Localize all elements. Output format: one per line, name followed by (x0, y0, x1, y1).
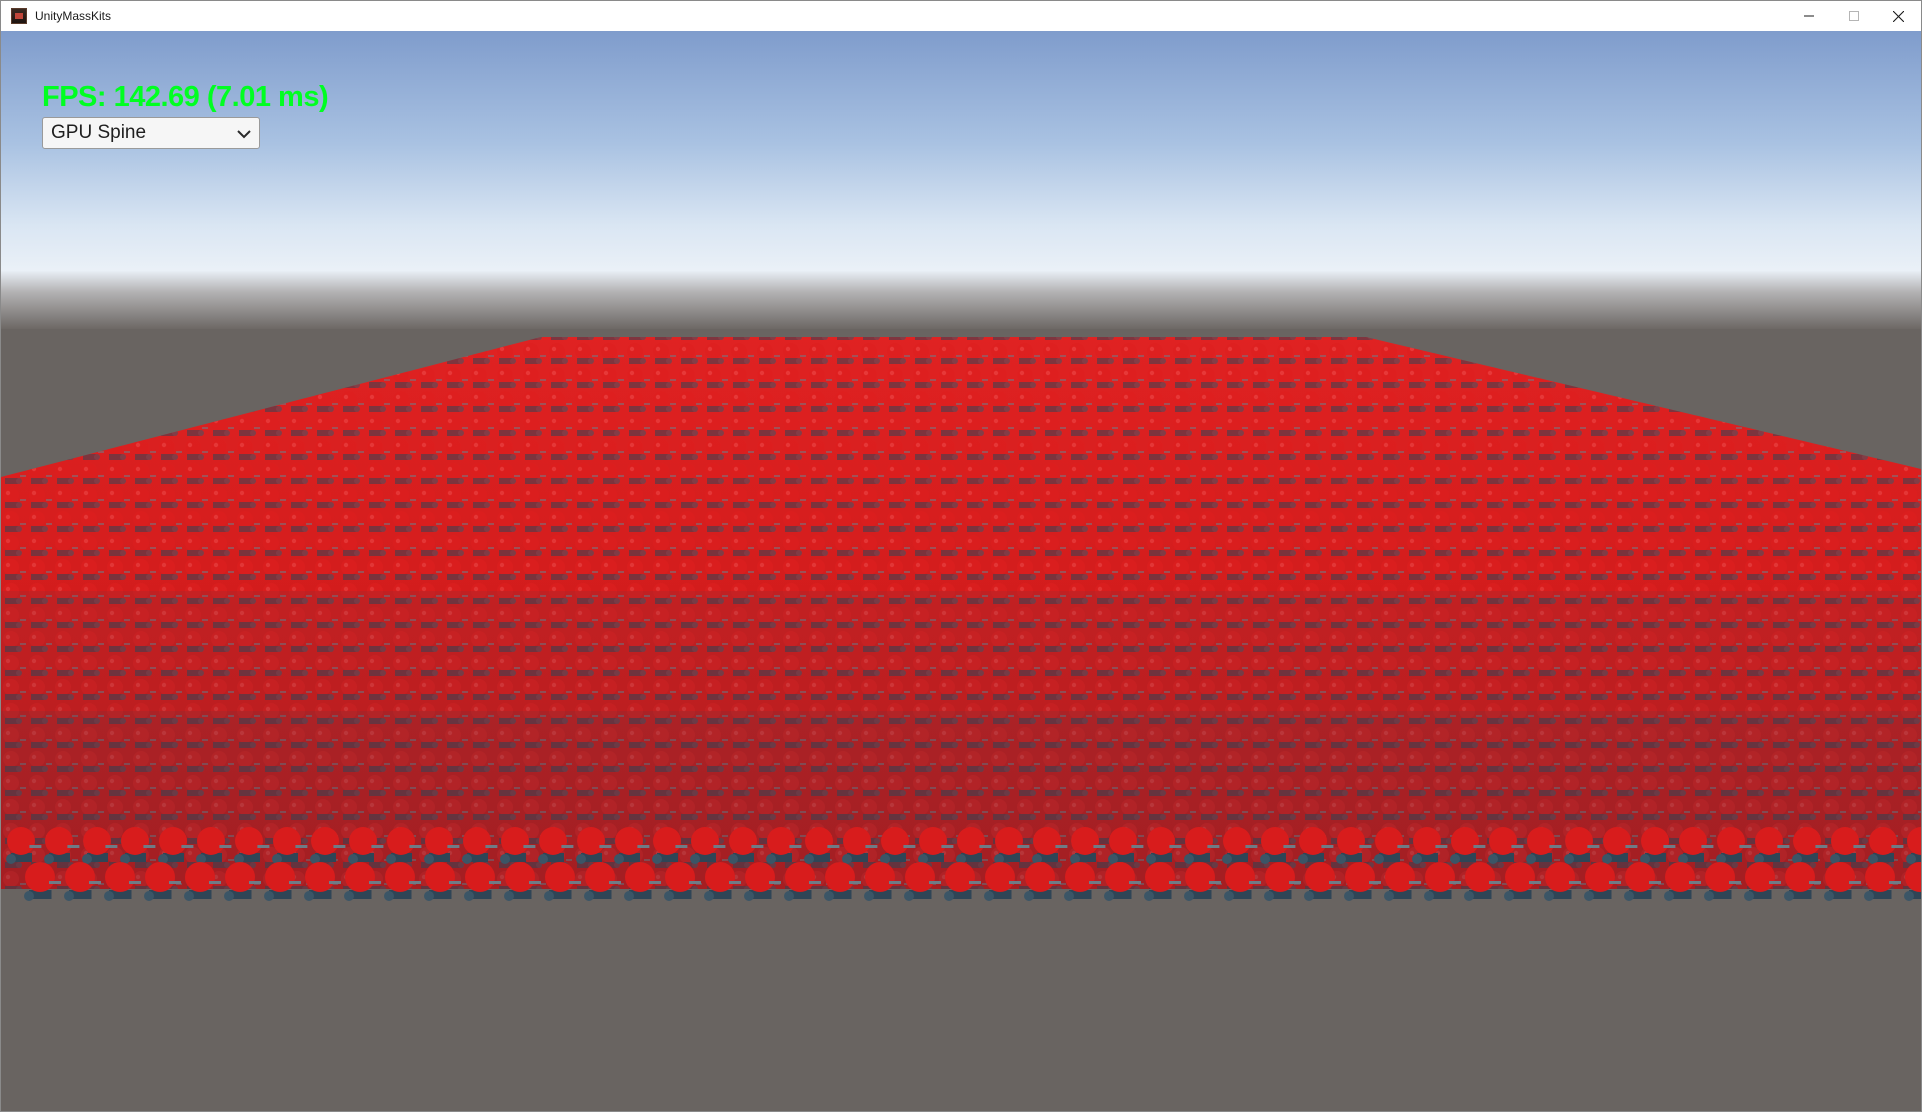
close-icon (1893, 10, 1904, 22)
minimize-button[interactable] (1786, 1, 1831, 31)
title-bar[interactable]: UnityMassKits (1, 1, 1921, 31)
minimize-icon (1803, 15, 1814, 17)
sky (1, 31, 1921, 281)
window-controls (1786, 1, 1921, 31)
horizon-haze (1, 271, 1921, 331)
maximize-icon (1848, 11, 1859, 21)
render-mode-dropdown[interactable]: GPU Spine (42, 117, 260, 149)
close-button[interactable] (1876, 1, 1921, 31)
scene-view (1, 31, 1921, 1111)
game-viewport[interactable]: FPS: 142.69 (7.01 ms) GPU Spine (1, 31, 1921, 1111)
app-icon (11, 8, 27, 24)
chevron-down-icon (237, 130, 251, 139)
fps-counter: FPS: 142.69 (7.01 ms) (42, 81, 329, 113)
app-window: UnityMassKits FPS: 142.69 (7.01 ms) GPU … (0, 0, 1922, 1112)
unit-crowd (1, 337, 1921, 889)
render-mode-selected: GPU Spine (51, 122, 147, 143)
window-title: UnityMassKits (35, 9, 112, 23)
maximize-button[interactable] (1831, 1, 1876, 31)
